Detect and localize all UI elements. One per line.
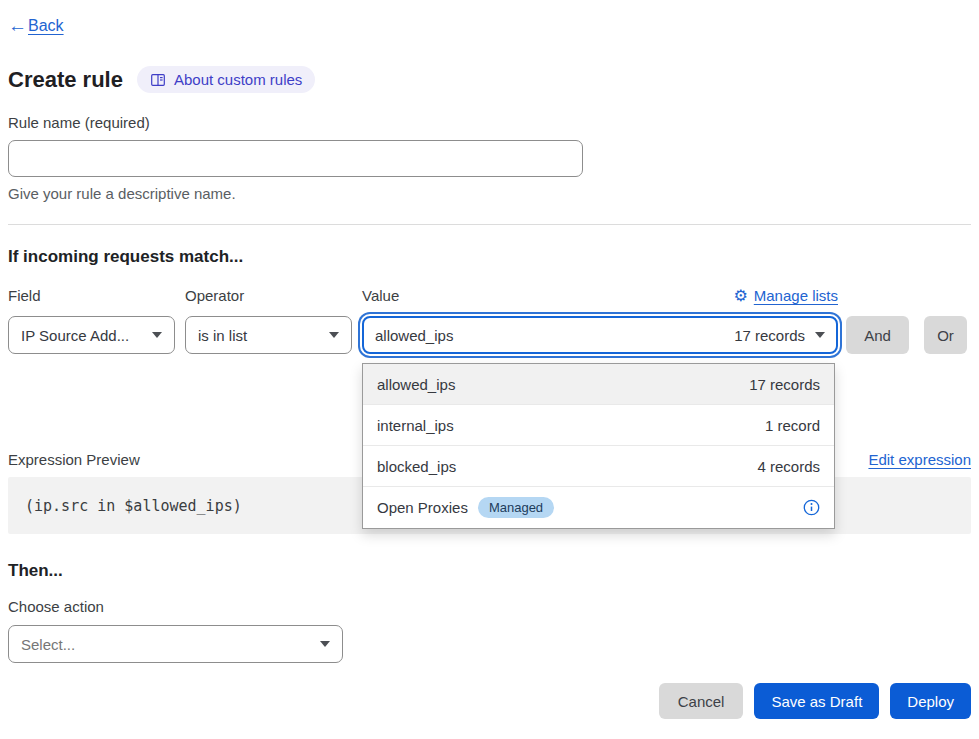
list-name: Open Proxies (377, 499, 468, 516)
chevron-down-icon (152, 332, 162, 338)
back-arrow-icon: ← (8, 16, 27, 35)
value-select[interactable]: allowed_ips 17 records (362, 316, 838, 354)
operator-select-value: is in list (198, 327, 247, 344)
list-dropdown-menu: allowed_ips 17 records internal_ips 1 re… (362, 363, 835, 529)
edit-expression-link[interactable]: Edit expression (868, 451, 971, 468)
chevron-down-icon (320, 641, 330, 647)
list-name: allowed_ips (377, 376, 455, 393)
field-select[interactable]: IP Source Add... (8, 316, 175, 354)
book-icon (150, 72, 166, 88)
expression-code: (ip.src in $allowed_ips) (25, 497, 242, 515)
page-title: Create rule (8, 67, 123, 93)
cancel-button[interactable]: Cancel (659, 683, 744, 719)
value-select-value: allowed_ips (375, 327, 453, 344)
then-heading: Then... (8, 561, 971, 581)
dropdown-item-open-proxies[interactable]: Open Proxies Managed (363, 487, 834, 528)
dropdown-item-allowed-ips[interactable]: allowed_ips 17 records (363, 364, 834, 405)
action-select[interactable]: Select... (8, 625, 343, 663)
manage-lists-link[interactable]: ⚙ Manage lists (733, 287, 838, 304)
list-name: internal_ips (377, 417, 454, 434)
dropdown-item-blocked-ips[interactable]: blocked_ips 4 records (363, 446, 834, 487)
save-as-draft-button[interactable]: Save as Draft (754, 683, 879, 719)
list-record-count: 4 records (757, 458, 820, 475)
list-record-count: 1 record (765, 417, 820, 434)
gear-icon: ⚙ (733, 288, 747, 304)
info-icon[interactable] (803, 499, 820, 516)
field-label: Field (8, 287, 175, 304)
managed-badge: Managed (478, 497, 554, 518)
rule-name-helper: Give your rule a descriptive name. (8, 185, 971, 202)
title-row: Create rule About custom rules (8, 66, 971, 93)
dropdown-item-internal-ips[interactable]: internal_ips 1 record (363, 405, 834, 446)
badge-label: About custom rules (174, 71, 302, 88)
expression-preview-label: Expression Preview (8, 451, 140, 468)
rule-name-input[interactable] (8, 140, 583, 177)
match-heading: If incoming requests match... (8, 247, 971, 267)
value-select-meta: 17 records (734, 327, 805, 344)
deploy-button[interactable]: Deploy (890, 683, 971, 719)
chevron-down-icon (815, 332, 825, 338)
operator-label: Operator (185, 287, 352, 304)
or-button[interactable]: Or (924, 316, 967, 354)
rule-name-label: Rule name (required) (8, 114, 971, 131)
action-select-placeholder: Select... (21, 636, 75, 653)
about-custom-rules-badge[interactable]: About custom rules (137, 66, 315, 93)
operator-select[interactable]: is in list (185, 316, 352, 354)
create-rule-page: ← Back Create rule About custom rules Ru… (0, 0, 979, 719)
and-button[interactable]: And (846, 316, 909, 354)
list-name: blocked_ips (377, 458, 456, 475)
section-divider (8, 224, 971, 225)
list-record-count: 17 records (749, 376, 820, 393)
value-label: Value (362, 287, 399, 304)
field-select-value: IP Source Add... (21, 327, 129, 344)
footer-actions: Cancel Save as Draft Deploy (8, 683, 971, 719)
choose-action-label: Choose action (8, 598, 971, 615)
back-link[interactable]: ← Back (8, 17, 64, 35)
chevron-down-icon (329, 332, 339, 338)
match-condition-row: Field IP Source Add... Operator is in li… (8, 287, 971, 354)
